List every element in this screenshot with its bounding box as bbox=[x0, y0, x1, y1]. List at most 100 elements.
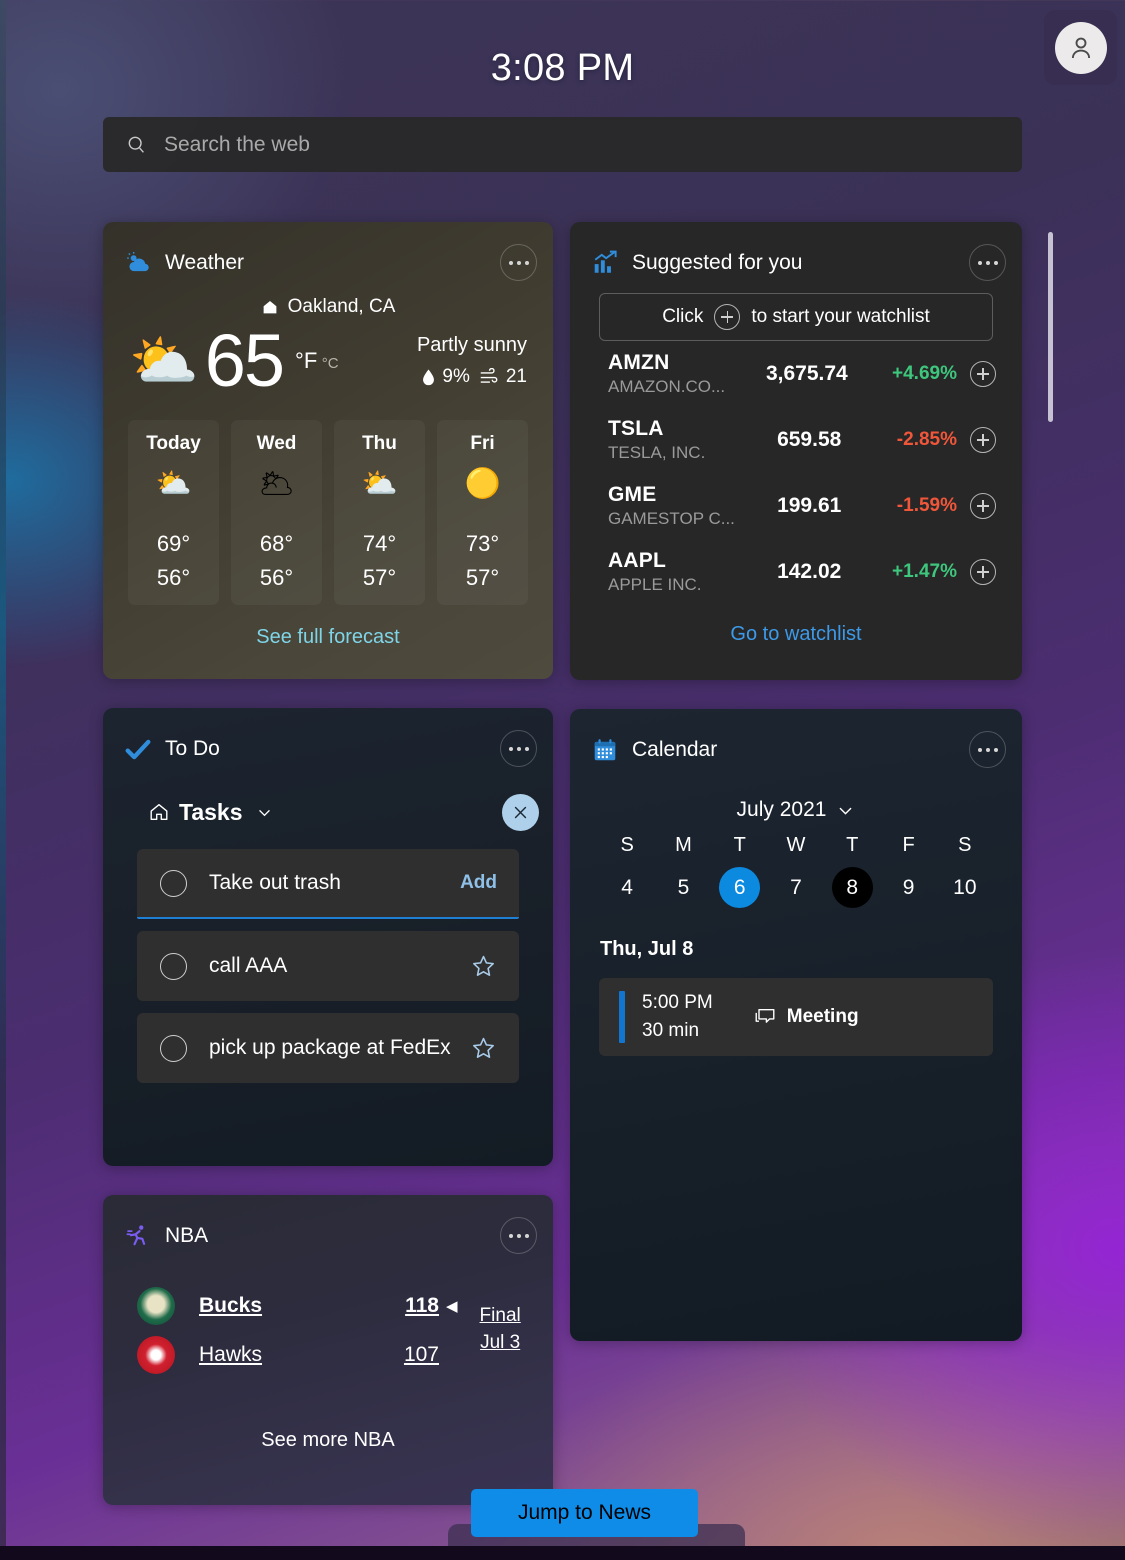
calendar-day-selected[interactable]: 8 bbox=[831, 867, 873, 908]
forecast-day[interactable]: Fri 🟡 73° 57° bbox=[437, 420, 528, 605]
stock-change: +4.69% bbox=[892, 363, 957, 384]
droplet-icon bbox=[423, 369, 435, 385]
go-to-watchlist-link[interactable]: Go to watchlist bbox=[570, 623, 1022, 646]
forecast-day-low: 56° bbox=[156, 565, 191, 590]
stock-row[interactable]: AMZN AMAZON.CO... 3,675.74 +4.69% bbox=[570, 341, 1022, 407]
weather-location: Oakland, CA bbox=[287, 296, 396, 317]
stock-company: GAMESTOP C... bbox=[608, 509, 735, 528]
weather-unit-toggle[interactable]: °F °C bbox=[295, 348, 339, 374]
nba-status-text: Final bbox=[479, 1305, 521, 1327]
add-to-watchlist-button[interactable] bbox=[970, 361, 996, 387]
calendar-event[interactable]: 5:00 PM 30 min Meeting bbox=[599, 978, 993, 1056]
stocks-more-button[interactable] bbox=[969, 244, 1006, 281]
nba-more-button[interactable] bbox=[500, 1217, 537, 1254]
background-bottom-edge bbox=[0, 1546, 1125, 1560]
forecast-day-name: Fri bbox=[470, 433, 495, 454]
forecast-day-icon: 🟡 bbox=[464, 468, 501, 500]
calendar-selected-date: Thu, Jul 8 bbox=[600, 938, 694, 960]
stocks-widget[interactable]: Suggested for you Click to start your wa… bbox=[570, 222, 1022, 680]
todo-item-text: Take out trash bbox=[209, 871, 341, 894]
weather-title: Weather bbox=[165, 250, 244, 274]
calendar-header: Calendar bbox=[570, 709, 1022, 773]
stock-company: TESLA, INC. bbox=[608, 443, 706, 462]
nba-game-status: Final Jul 3 bbox=[480, 1303, 521, 1356]
search-input[interactable] bbox=[164, 132, 1022, 157]
calendar-column: T 6 bbox=[712, 834, 768, 908]
todo-checkbox[interactable] bbox=[160, 869, 187, 897]
watchlist-cta-prefix: Click bbox=[662, 306, 704, 327]
todo-list-selector[interactable]: Tasks bbox=[103, 787, 553, 837]
stock-change: -2.85% bbox=[896, 429, 957, 450]
calendar-column: S 10 bbox=[937, 834, 993, 908]
todo-item-text: call AAA bbox=[209, 954, 288, 977]
star-icon[interactable] bbox=[470, 1035, 497, 1062]
todo-checkbox[interactable] bbox=[160, 1034, 187, 1062]
todo-title: To Do bbox=[165, 736, 220, 760]
calendar-month-selector[interactable]: July 2021 bbox=[570, 798, 1022, 822]
avatar-button[interactable] bbox=[1044, 10, 1117, 85]
stock-row[interactable]: TSLA TESLA, INC. 659.58 -2.85% bbox=[570, 407, 1022, 473]
add-to-watchlist-button[interactable] bbox=[970, 559, 996, 585]
weather-humidity: 9% bbox=[421, 366, 470, 388]
nba-widget[interactable]: NBA Bucks 118 ◀ Hawks 107 Final Jul 3 Se… bbox=[103, 1195, 553, 1505]
todo-item[interactable]: Take out trash Add bbox=[137, 849, 519, 919]
scrollbar-thumb[interactable] bbox=[1048, 232, 1053, 422]
calendar-column: F 9 bbox=[880, 834, 936, 908]
calendar-day-today[interactable]: 6 bbox=[719, 867, 761, 908]
todo-close-button[interactable] bbox=[502, 793, 539, 831]
calendar-more-button[interactable] bbox=[969, 731, 1006, 768]
stock-company: AMAZON.CO... bbox=[608, 377, 726, 396]
stock-row[interactable]: GME GAMESTOP C... 199.61 -1.59% bbox=[570, 473, 1022, 539]
forecast-day[interactable]: Wed 🌥 68° 56° bbox=[231, 420, 322, 605]
stock-change: -1.59% bbox=[896, 495, 957, 516]
stock-symbol-block: AAPL APPLE INC. bbox=[608, 549, 777, 595]
add-to-watchlist-button[interactable] bbox=[970, 427, 996, 453]
jump-to-news-button[interactable]: Jump to News bbox=[471, 1489, 698, 1537]
forecast-day[interactable]: Today ⛅ 69° 56° bbox=[128, 420, 219, 605]
scrollbar[interactable] bbox=[1048, 232, 1053, 432]
stock-symbol-block: GME GAMESTOP C... bbox=[608, 483, 777, 529]
calendar-month-label: July 2021 bbox=[736, 798, 827, 821]
weather-location-row: Oakland, CA bbox=[103, 296, 553, 318]
calendar-day[interactable]: 9 bbox=[888, 867, 929, 908]
see-more-nba-link[interactable]: See more NBA bbox=[103, 1429, 553, 1452]
search-bar[interactable] bbox=[103, 117, 1022, 172]
see-full-forecast-link[interactable]: See full forecast bbox=[103, 626, 553, 649]
todo-item[interactable]: pick up package at FedEx bbox=[137, 1013, 519, 1083]
calendar-widget[interactable]: Calendar July 2021 S 4 M 5 T 6 W 7 T 8 F… bbox=[570, 709, 1022, 1341]
add-to-watchlist-button[interactable] bbox=[970, 493, 996, 519]
chart-up-icon bbox=[594, 250, 617, 273]
plus-circle-icon bbox=[714, 304, 741, 330]
weather-current: ⛅ 65 °F °C Partly sunny 9% 21 bbox=[103, 324, 553, 398]
forecast-day[interactable]: Thu ⛅ 74° 57° bbox=[334, 420, 425, 605]
nba-away-team[interactable]: Bucks bbox=[199, 1294, 349, 1318]
stock-row[interactable]: AAPL APPLE INC. 142.02 +1.47% bbox=[570, 539, 1022, 605]
stock-price: 199.61 bbox=[777, 494, 842, 517]
forecast-day-high: 68° bbox=[259, 531, 294, 556]
todo-widget[interactable]: To Do Tasks Take out trash Add call AAA … bbox=[103, 708, 553, 1166]
calendar-day[interactable]: 10 bbox=[944, 867, 985, 908]
calendar-day[interactable]: 5 bbox=[663, 867, 704, 908]
calendar-column: M 5 bbox=[655, 834, 711, 908]
avatar bbox=[1054, 21, 1107, 74]
todo-checkbox[interactable] bbox=[160, 952, 187, 980]
search-icon bbox=[128, 136, 144, 153]
calendar-column: T 8 bbox=[824, 834, 880, 908]
calendar-day[interactable]: 4 bbox=[607, 867, 648, 908]
event-time-block: 5:00 PM 30 min bbox=[642, 989, 713, 1044]
event-time: 5:00 PM bbox=[642, 992, 713, 1014]
todo-more-button[interactable] bbox=[500, 730, 537, 767]
watchlist-cta[interactable]: Click to start your watchlist bbox=[599, 293, 993, 341]
todo-item[interactable]: call AAA bbox=[137, 931, 519, 1001]
nba-home-team[interactable]: Hawks bbox=[199, 1343, 349, 1367]
todo-add-button[interactable]: Add bbox=[460, 872, 497, 894]
clock: 3:08 PM bbox=[490, 47, 635, 89]
weather-widget[interactable]: Weather Oakland, CA ⛅ 65 °F °C Partly su bbox=[103, 222, 553, 679]
forecast-day-icon: 🌥 bbox=[258, 468, 295, 500]
calendar-day[interactable]: 7 bbox=[775, 867, 816, 908]
stock-price: 142.02 bbox=[777, 560, 842, 583]
star-icon[interactable] bbox=[470, 953, 497, 980]
weather-more-button[interactable] bbox=[500, 244, 537, 281]
nba-scoreboard[interactable]: Bucks 118 ◀ Hawks 107 Final Jul 3 bbox=[103, 1259, 553, 1379]
widgets-left-column: Weather Oakland, CA ⛅ 65 °F °C Partly su bbox=[103, 222, 553, 1505]
